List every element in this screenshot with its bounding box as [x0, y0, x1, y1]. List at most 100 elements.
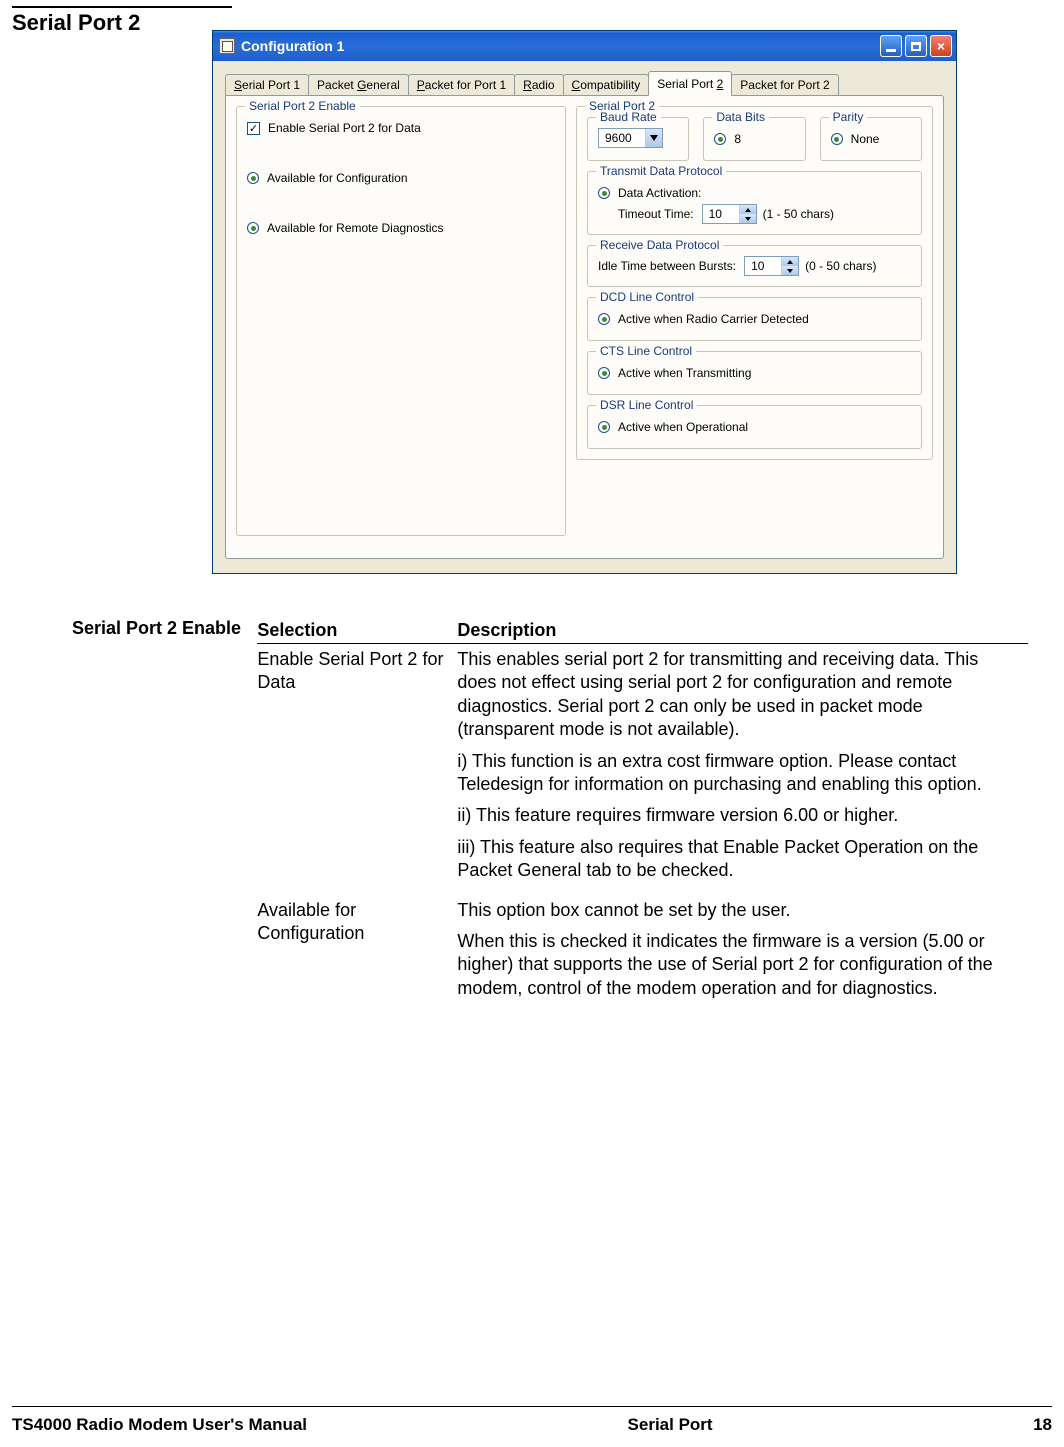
titlebar: Configuration 1 ×: [213, 31, 956, 61]
spinner-up-icon: [782, 257, 798, 266]
description-cell: This option box cannot be set by the use…: [457, 895, 1028, 1013]
minimize-icon: [886, 49, 896, 52]
baud-rate-select[interactable]: 9600: [598, 128, 663, 148]
timeout-spinner[interactable]: 10: [702, 204, 757, 224]
dcd-label: Active when Radio Carrier Detected: [618, 312, 809, 326]
radio-icon: [247, 222, 259, 234]
group-title: CTS Line Control: [596, 344, 696, 358]
baud-rate-value: 9600: [599, 131, 645, 145]
group-title: Baud Rate: [596, 110, 661, 124]
tab-page: Serial Port 2 Enable ✓ Enable Serial Por…: [225, 95, 944, 559]
checkbox-icon: ✓: [247, 122, 260, 135]
footer-right: 18: [1033, 1415, 1052, 1435]
tab-3[interactable]: Radio: [514, 74, 563, 95]
tab-1[interactable]: Packet General: [308, 74, 409, 95]
tab-2[interactable]: Packet for Port 1: [408, 74, 515, 95]
idle-label: Idle Time between Bursts:: [598, 259, 736, 273]
footer-rule: [12, 1406, 1052, 1407]
col-header-description: Description: [457, 618, 1028, 644]
col-header-selection: Selection: [257, 618, 457, 644]
timeout-value: 10: [703, 207, 739, 221]
tab-5[interactable]: Serial Port 2: [648, 71, 732, 96]
group-baud-rate: Baud Rate 9600: [587, 117, 689, 161]
parity-none-radio[interactable]: None: [831, 132, 911, 146]
tab-0[interactable]: Serial Port 1: [225, 74, 309, 95]
window-title: Configuration 1: [241, 38, 880, 54]
footer-left: TS4000 Radio Modem User's Manual: [12, 1415, 307, 1435]
selection-cell: Available for Configuration: [257, 895, 457, 1013]
tab-strip: Serial Port 1Packet GeneralPacket for Po…: [225, 71, 944, 95]
close-button[interactable]: ×: [930, 35, 952, 57]
description-paragraph: iii) This feature also requires that Ena…: [457, 836, 1016, 883]
group-title: Receive Data Protocol: [596, 238, 723, 252]
cts-label: Active when Transmitting: [618, 366, 751, 380]
group-title: DSR Line Control: [596, 398, 697, 412]
close-icon: ×: [937, 39, 945, 53]
radio-icon: [598, 421, 610, 433]
radio-icon: [247, 172, 259, 184]
group-cts: CTS Line Control Active when Transmittin…: [587, 351, 922, 395]
radio-icon: [831, 133, 843, 145]
spinner-down-icon: [740, 214, 756, 223]
enable-sp2-label: Enable Serial Port 2 for Data: [268, 121, 421, 135]
maximize-button[interactable]: [905, 35, 927, 57]
data-activation-radio[interactable]: Data Activation:: [598, 186, 911, 200]
table-row: Available for ConfigurationThis option b…: [257, 895, 1028, 1013]
avail-diag-label: Available for Remote Diagnostics: [267, 221, 444, 235]
narrative-row-label: Serial Port 2 Enable: [72, 618, 257, 1012]
group-title: DCD Line Control: [596, 290, 698, 304]
data-bits-8-radio[interactable]: 8: [714, 132, 794, 146]
spinner-up-icon: [740, 205, 756, 214]
selection-cell: Enable Serial Port 2 for Data: [257, 644, 457, 895]
radio-icon: [598, 313, 610, 325]
idle-time-spinner[interactable]: 10: [744, 256, 799, 276]
description-paragraph: ii) This feature requires firmware versi…: [457, 804, 1016, 827]
footer-center: Serial Port: [628, 1415, 713, 1435]
avail-config-label: Available for Configuration: [267, 171, 408, 185]
tab-6[interactable]: Packet for Port 2: [731, 74, 838, 95]
idle-value: 10: [745, 259, 781, 273]
group-title: Parity: [829, 110, 868, 124]
data-activation-label: Data Activation:: [618, 186, 701, 200]
radio-icon: [598, 367, 610, 379]
group-title: Serial Port 2 Enable: [245, 99, 360, 113]
group-sp2-enable: Serial Port 2 Enable ✓ Enable Serial Por…: [236, 106, 566, 536]
description-paragraph: This option box cannot be set by the use…: [457, 899, 1016, 922]
group-title: Transmit Data Protocol: [596, 164, 726, 178]
minimize-button[interactable]: [880, 35, 902, 57]
top-rule: [12, 6, 232, 8]
cts-radio[interactable]: Active when Transmitting: [598, 366, 911, 380]
app-icon: [219, 38, 235, 54]
table-row: Enable Serial Port 2 for DataThis enable…: [257, 644, 1028, 895]
data-bits-label: 8: [734, 132, 741, 146]
maximize-icon: [911, 42, 921, 51]
group-receive-protocol: Receive Data Protocol Idle Time between …: [587, 245, 922, 287]
config-window: Configuration 1 × Serial Port 1Packet Ge…: [212, 30, 957, 574]
idle-hint: (0 - 50 chars): [805, 259, 876, 273]
tab-4[interactable]: Compatibility: [563, 74, 650, 95]
group-dcd: DCD Line Control Active when Radio Carri…: [587, 297, 922, 341]
chevron-down-icon: [645, 129, 662, 147]
group-transmit-protocol: Transmit Data Protocol Data Activation: …: [587, 171, 922, 235]
parity-label: None: [851, 132, 880, 146]
group-parity: Parity None: [820, 117, 922, 161]
description-table: Selection Description Enable Serial Port…: [257, 618, 1028, 1012]
description-cell: This enables serial port 2 for transmitt…: [457, 644, 1028, 895]
group-dsr: DSR Line Control Active when Operational: [587, 405, 922, 449]
enable-sp2-checkbox[interactable]: ✓ Enable Serial Port 2 for Data: [247, 121, 555, 135]
description-paragraph: This enables serial port 2 for transmitt…: [457, 648, 1016, 742]
page-footer: TS4000 Radio Modem User's Manual Serial …: [12, 1415, 1052, 1435]
timeout-hint: (1 - 50 chars): [763, 207, 834, 221]
spinner-down-icon: [782, 266, 798, 275]
group-title: Data Bits: [712, 110, 769, 124]
timeout-label: Timeout Time:: [618, 207, 694, 221]
avail-config-radio[interactable]: Available for Configuration: [247, 171, 555, 185]
dcd-radio[interactable]: Active when Radio Carrier Detected: [598, 312, 911, 326]
dsr-radio[interactable]: Active when Operational: [598, 420, 911, 434]
avail-diag-radio[interactable]: Available for Remote Diagnostics: [247, 221, 555, 235]
group-data-bits: Data Bits 8: [703, 117, 805, 161]
radio-icon: [598, 187, 610, 199]
radio-icon: [714, 133, 726, 145]
description-paragraph: When this is checked it indicates the fi…: [457, 930, 1016, 1000]
description-paragraph: i) This function is an extra cost firmwa…: [457, 750, 1016, 797]
